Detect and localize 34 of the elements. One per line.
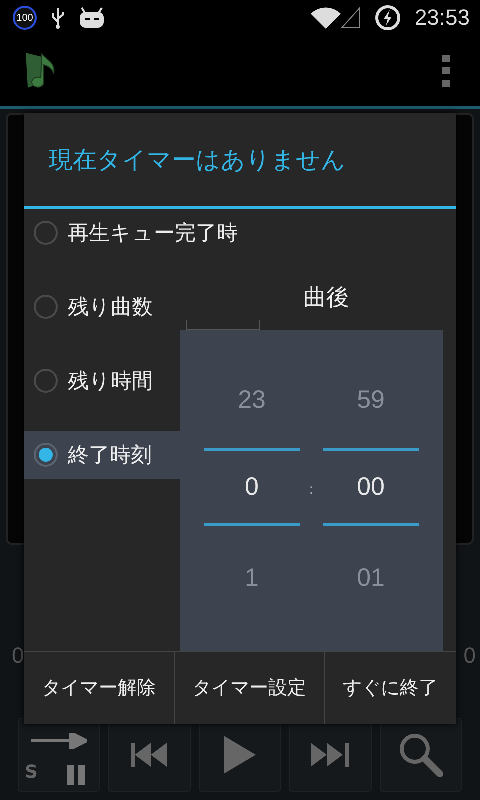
timer-option[interactable]: 再生キュー完了時 bbox=[24, 209, 294, 257]
dialog-button[interactable]: タイマー解除 bbox=[24, 652, 174, 724]
wifi-icon bbox=[310, 7, 341, 29]
battery-level-icon: 100 bbox=[13, 6, 37, 30]
robot-head-icon bbox=[79, 7, 105, 29]
clock: 23:53 bbox=[414, 5, 470, 31]
time-separator: : bbox=[308, 482, 315, 498]
signal-icon bbox=[340, 7, 361, 29]
dialog-button[interactable]: すぐに終了 bbox=[324, 652, 456, 724]
radio-button[interactable] bbox=[34, 443, 58, 467]
arrow-icon bbox=[31, 733, 88, 749]
dialog-button[interactable]: タイマー設定 bbox=[174, 652, 324, 724]
dialog-title: 現在タイマーはありません bbox=[49, 144, 346, 176]
picker-value[interactable]: 0 bbox=[245, 451, 259, 523]
overflow-menu-icon[interactable] bbox=[442, 55, 450, 87]
timer-option[interactable]: 終了時刻 bbox=[24, 431, 180, 479]
charging-icon bbox=[374, 5, 401, 31]
timer-option[interactable]: 残り時間 bbox=[24, 357, 180, 405]
elapsed-time: 0 bbox=[12, 643, 24, 669]
shuffle-label: S bbox=[25, 762, 38, 783]
radio-button[interactable] bbox=[34, 295, 58, 319]
search-button[interactable] bbox=[380, 718, 462, 792]
timer-option[interactable]: 残り曲数 bbox=[24, 283, 180, 331]
radio-button[interactable] bbox=[34, 221, 58, 245]
next-icon bbox=[311, 743, 350, 767]
play-icon bbox=[224, 736, 256, 774]
search-icon bbox=[398, 732, 444, 778]
usb-icon bbox=[51, 7, 65, 29]
song-count-suffix: 曲後 bbox=[304, 284, 350, 313]
radio-button[interactable] bbox=[34, 369, 58, 393]
pause-icon bbox=[67, 765, 86, 785]
total-time: 0 bbox=[464, 643, 476, 669]
previous-icon bbox=[130, 743, 169, 767]
picker-value[interactable]: 00 bbox=[357, 451, 385, 523]
